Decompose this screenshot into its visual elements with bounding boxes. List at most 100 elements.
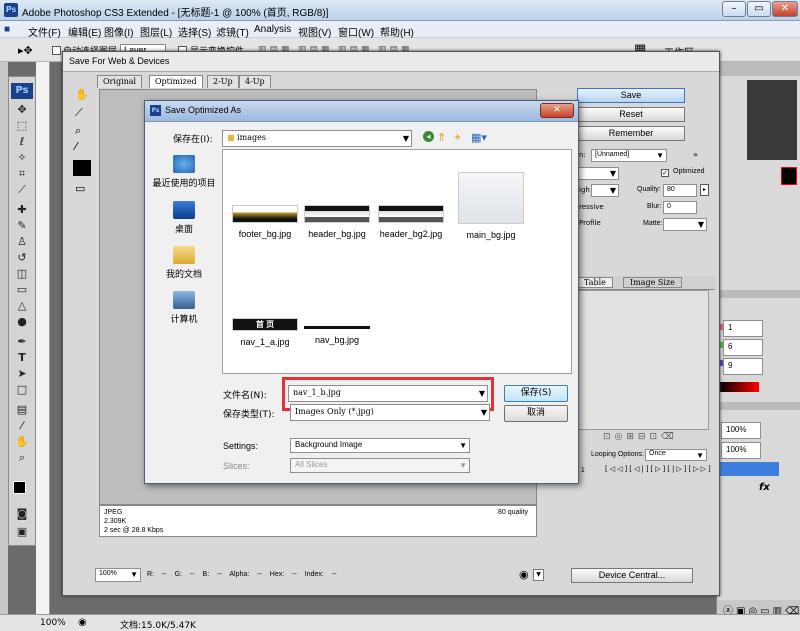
path-select-icon[interactable]: ➤ (13, 367, 31, 381)
menu-help[interactable]: 帮助(H) (380, 24, 414, 39)
file-item[interactable]: footer_bg.jpg (229, 205, 301, 239)
file-item[interactable]: header_bg2.jpg (375, 205, 447, 239)
dialog-close-button[interactable]: ✕ (540, 103, 574, 118)
new-folder-icon[interactable]: ✦ (453, 131, 462, 144)
eyedropper-color-swatch[interactable] (73, 160, 91, 176)
file-item[interactable]: header_bg.jpg (301, 205, 373, 239)
eyedropper-icon[interactable]: ⁄ (13, 419, 31, 433)
view-menu-icon[interactable]: ▦▾ (471, 131, 487, 144)
matte-select[interactable]: ▼ (663, 218, 707, 231)
quality-preset-select[interactable]: ▼ (591, 184, 619, 197)
device-central-button[interactable]: Device Central... (571, 568, 693, 583)
save-in-select[interactable]: ■ images ▼ (222, 130, 412, 147)
type-tool-icon[interactable]: T (13, 351, 31, 365)
up-folder-icon[interactable]: ⇑ (437, 131, 446, 144)
quick-mask-icon[interactable]: ◙ (13, 507, 31, 521)
filetype-select[interactable]: Images Only (*.jpg) ▼ (290, 404, 490, 421)
place-documents[interactable]: 我的文档 (151, 246, 217, 280)
reset-button[interactable]: Reset (577, 107, 685, 122)
place-computer[interactable]: 计算机 (151, 291, 217, 325)
file-item[interactable]: nav_bg.jpg (301, 326, 373, 345)
marquee-tool-icon[interactable]: ⬚ (13, 119, 31, 133)
format-select[interactable]: ▼ (577, 167, 619, 180)
notes-tool-icon[interactable]: ▤ (13, 403, 31, 417)
lasso-tool-icon[interactable]: ℓ (13, 135, 31, 149)
brush-tool-icon[interactable]: ✎ (13, 219, 31, 233)
minimize-button[interactable]: – (722, 1, 746, 17)
close-button[interactable]: ✕ (772, 1, 798, 17)
dialog-cancel-button[interactable]: 取消 (504, 405, 568, 422)
tab-table[interactable]: Table (577, 277, 613, 288)
move-tool-icon[interactable]: ▸✥ (18, 44, 33, 57)
layer-fx-icon[interactable]: fx (759, 482, 770, 493)
crop-tool-icon[interactable]: ⌗ (13, 167, 31, 181)
zoom-tool-icon[interactable]: ⌕ (13, 451, 31, 465)
browser-preview-icon[interactable]: ◉ (519, 568, 529, 581)
color-ramp[interactable] (719, 382, 759, 392)
tab-original[interactable]: Original (97, 75, 143, 88)
eyedropper-icon[interactable]: ⁄ (75, 140, 77, 153)
slices-select[interactable]: All Slices ▼ (290, 458, 470, 473)
slice-select-icon[interactable]: ⟋ (75, 106, 83, 120)
save-button[interactable]: Save (577, 88, 685, 103)
magic-wand-icon[interactable]: ✧ (13, 151, 31, 165)
file-item[interactable]: main_bg.jpg (455, 172, 527, 240)
eraser-tool-icon[interactable]: ◫ (13, 267, 31, 281)
hand-tool-icon[interactable]: ✋ (75, 88, 89, 101)
status-zoom[interactable]: 100% (40, 618, 66, 628)
remember-button[interactable]: Remember (577, 126, 685, 141)
toggle-slices-icon[interactable]: ▭ (75, 182, 85, 195)
tab-2up[interactable]: 2-Up (207, 75, 239, 88)
move-tool-icon[interactable]: ✥ (13, 103, 31, 117)
color-value-g[interactable]: 6 (723, 339, 763, 356)
color-value-b[interactable]: 9 (723, 358, 763, 375)
dodge-tool-icon[interactable]: ● (13, 315, 31, 329)
gradient-tool-icon[interactable]: ▭ (13, 283, 31, 297)
back-icon[interactable]: ◂ (423, 131, 434, 142)
maximize-button[interactable]: ▭ (747, 1, 771, 17)
dialog-save-button[interactable]: 保存(S) (504, 385, 568, 402)
fill-field[interactable]: 100% (721, 442, 761, 459)
menu-file[interactable]: 文件(F) (28, 24, 61, 39)
settings-select[interactable]: Background Image ▼ (290, 438, 470, 453)
place-recent[interactable]: 最近使用的项目 (151, 155, 217, 189)
menu-select[interactable]: 选择(S) (178, 24, 211, 39)
place-desktop[interactable]: 桌面 (151, 201, 217, 235)
preset-select[interactable]: [Unnamed] ▼ (591, 149, 667, 162)
color-table-icons[interactable]: ⊡◎⊞⊟⊡⌫ (603, 432, 678, 442)
menu-image[interactable]: 图像(I) (104, 24, 133, 39)
menu-analysis[interactable]: Analysis (254, 24, 291, 35)
screen-mode-icon[interactable]: ▣ (13, 525, 31, 539)
filename-input[interactable]: nav_1_b.jpg ▼ (288, 385, 488, 402)
file-item[interactable]: 首 页 nav_1_a.jpg (229, 318, 301, 347)
quality-slider-icon[interactable]: ▸ (700, 184, 709, 196)
tab-image-size[interactable]: Image Size (623, 277, 682, 288)
healing-brush-icon[interactable]: ✚ (13, 203, 31, 217)
zoom-tool-icon[interactable]: ⌕ (75, 124, 81, 138)
pen-tool-icon[interactable]: ✒ (13, 335, 31, 349)
blur-tool-icon[interactable]: △ (13, 299, 31, 313)
status-info-icon[interactable]: ◉ (78, 617, 87, 628)
hand-tool-icon[interactable]: ✋ (13, 435, 31, 449)
looping-select[interactable]: Once ▼ (645, 449, 707, 461)
menu-layer[interactable]: 图层(L) (140, 24, 172, 39)
menu-view[interactable]: 视图(V) (298, 24, 331, 39)
blur-field[interactable]: 0 (663, 201, 697, 214)
history-brush-icon[interactable]: ↺ (13, 251, 31, 265)
panel-menu-icon[interactable]: » (693, 150, 698, 159)
menu-window[interactable]: 窗口(W) (338, 24, 374, 39)
color-value-r[interactable]: 1 (723, 320, 763, 337)
zoom-select[interactable]: 100% ▼ (95, 568, 141, 582)
slice-tool-icon[interactable]: ⟋ (13, 183, 31, 197)
menu-edit[interactable]: 编辑(E) (68, 24, 101, 39)
optimized-checkbox[interactable]: ✓ (661, 169, 669, 177)
chevron-down-icon[interactable]: ▼ (533, 569, 544, 581)
tab-optimized[interactable]: Optimized (149, 75, 203, 88)
shape-tool-icon[interactable]: □ (13, 383, 31, 397)
selected-layer-row[interactable] (719, 462, 779, 476)
tab-4up[interactable]: 4-Up (239, 75, 271, 88)
clone-stamp-icon[interactable]: ♙ (13, 235, 31, 249)
auto-select-checkbox[interactable] (52, 46, 61, 55)
foreground-color-swatch[interactable] (13, 481, 26, 494)
opacity-field[interactable]: 100% (721, 422, 761, 439)
